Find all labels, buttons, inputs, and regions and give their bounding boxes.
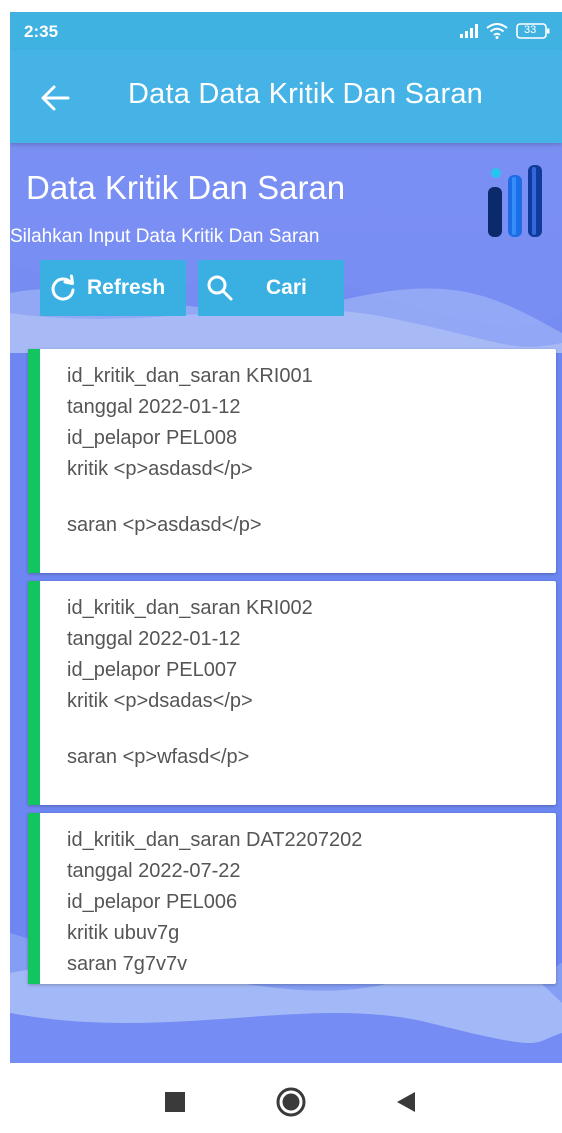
main-content[interactable]: Data Kritik Dan Saran Silahkan Input Dat… — [10, 143, 562, 1063]
record-suggestion: saran <p>asdasd</p> — [67, 514, 262, 536]
card-accent — [28, 813, 40, 984]
arrow-left-icon — [41, 85, 70, 111]
record-reporter: id_pelapor PEL007 — [67, 659, 238, 681]
back-button[interactable] — [38, 80, 74, 116]
record-id: id_kritik_dan_saran KRI002 — [67, 597, 313, 619]
record-critique: kritik <p>dsadas</p> — [67, 690, 253, 712]
bar-chart-logo-icon — [488, 165, 542, 237]
app-bar: Data Data Kritik Dan Saran — [10, 50, 562, 143]
record-date: tanggal 2022-01-12 — [67, 396, 241, 418]
record-critique: kritik <p>asdasd</p> — [67, 458, 253, 480]
record-critique: kritik ubuv7g — [67, 922, 180, 944]
list-item[interactable]: id_kritik_dan_saran KRI002 tanggal 2022-… — [28, 581, 556, 805]
record-reporter: id_pelapor PEL008 — [67, 427, 238, 449]
status-time: 2:35 — [24, 22, 59, 41]
home-circle-icon — [276, 1087, 306, 1117]
nav-back-button[interactable] — [396, 1091, 416, 1118]
battery-icon: 33 — [516, 22, 550, 40]
record-id: id_kritik_dan_saran KRI001 — [67, 365, 313, 387]
record-date: tanggal 2022-01-12 — [67, 628, 241, 650]
header-title: Data Kritik Dan Saran — [26, 169, 346, 206]
status-bar: 2:35 33 — [10, 12, 562, 50]
refresh-icon — [51, 274, 75, 301]
signal-icon — [460, 24, 478, 38]
recents-square-icon — [165, 1092, 185, 1112]
record-reporter: id_pelapor PEL006 — [67, 891, 238, 913]
record-id: id_kritik_dan_saran DAT2207202 — [67, 829, 363, 851]
battery-level: 33 — [524, 24, 537, 36]
system-nav-bar — [10, 1063, 562, 1133]
record-suggestion: saran 7g7v7v — [67, 953, 188, 975]
home-button[interactable] — [276, 1087, 306, 1122]
search-button[interactable]: Cari — [198, 260, 344, 316]
refresh-label: Refresh — [87, 276, 166, 299]
card-accent — [28, 581, 40, 805]
card-accent — [28, 349, 40, 573]
refresh-button[interactable]: Refresh — [40, 260, 186, 316]
header-subtitle: Silahkan Input Data Kritik Dan Saran — [10, 226, 320, 247]
status-icons: 33 — [460, 21, 550, 41]
record-date: tanggal 2022-07-22 — [67, 860, 241, 882]
search-icon — [207, 275, 233, 301]
search-label: Cari — [266, 276, 307, 299]
list-item[interactable]: id_kritik_dan_saran KRI001 tanggal 2022-… — [28, 349, 556, 573]
list-item[interactable]: id_kritik_dan_saran DAT2207202 tanggal 2… — [28, 813, 556, 984]
record-suggestion: saran <p>wfasd</p> — [67, 746, 250, 768]
back-triangle-icon — [397, 1092, 415, 1112]
wifi-icon — [486, 23, 508, 39]
phone-screen: 2:35 33 Data Data Kritik Dan Saran Data … — [10, 12, 562, 1133]
app-title: Data Data Kritik Dan Saran — [128, 78, 483, 110]
recents-button[interactable] — [165, 1092, 185, 1117]
